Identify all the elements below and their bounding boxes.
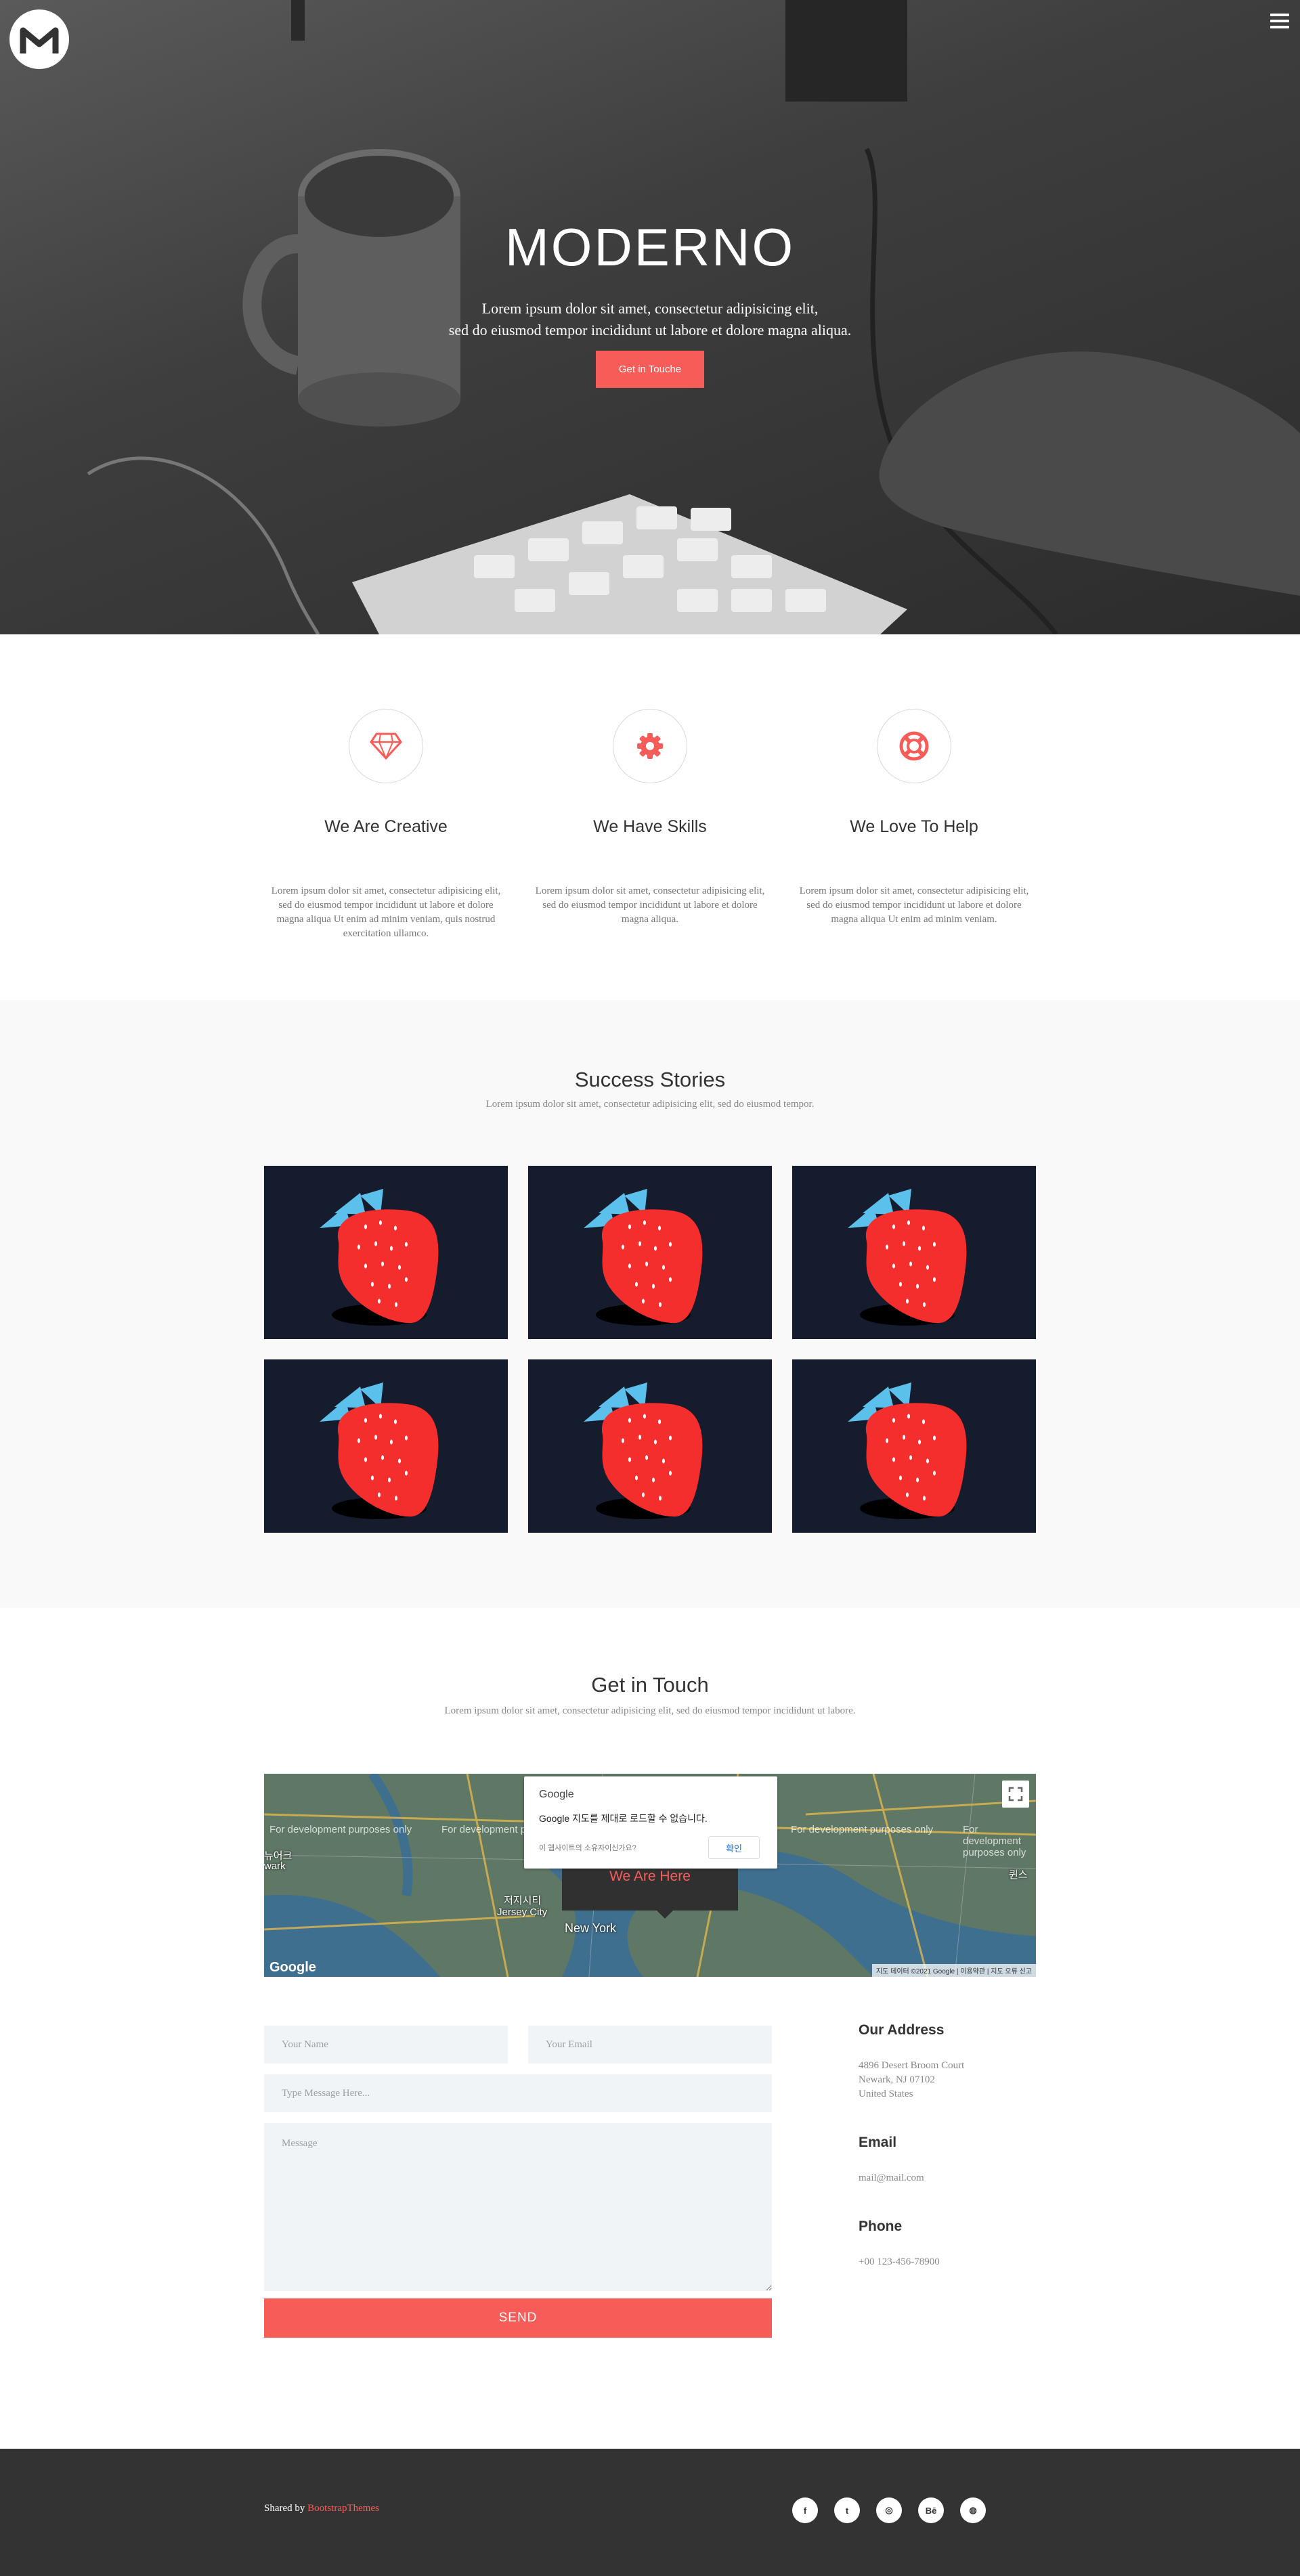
fullscreen-icon[interactable]: [1002, 1781, 1029, 1808]
strawberry-icon: [320, 1189, 439, 1326]
feature-icon-circle: [349, 709, 423, 783]
address-line: 4896 Desert Broom Court: [859, 2060, 965, 2071]
story-tile-5[interactable]: [528, 1359, 772, 1533]
feature-title: We Have Skills: [593, 817, 707, 836]
section-subtitle: Lorem ipsum dolor sit amet, consectetur …: [485, 1099, 815, 1110]
phone-heading: Phone: [859, 2219, 903, 2234]
email-value[interactable]: mail@mail.com: [859, 2171, 924, 2185]
hero-title: MODERNO: [504, 217, 796, 277]
story-tile-3[interactable]: [792, 1166, 1036, 1339]
features-section: We Are Creative Lorem ipsum dolor sit am…: [0, 634, 1300, 1000]
map-owner-question: 이 웹사이트의 소유자이신가요?: [539, 1844, 636, 1852]
google-brand-text: Google: [539, 1789, 574, 1800]
behance-icon[interactable]: Bē: [918, 2497, 944, 2523]
success-stories-section: Success Stories Lorem ipsum dolor sit am…: [0, 1000, 1300, 1608]
feature-skills: We Have Skills Lorem ipsum dolor sit ame…: [528, 709, 772, 927]
instagram-icon[interactable]: ◎: [876, 2497, 902, 2523]
feature-title: We Are Creative: [324, 817, 448, 836]
story-tile-6[interactable]: [792, 1359, 1036, 1533]
story-tile-2[interactable]: [528, 1166, 772, 1339]
hero-section: MODERNO Lorem ipsum dolor sit amet, cons…: [0, 0, 1300, 634]
map-dev-watermark: For development purposes only: [269, 1824, 412, 1835]
section-title: Success Stories: [574, 1068, 726, 1091]
message-textarea[interactable]: [264, 2123, 772, 2291]
address-heading: Our Address: [859, 2022, 945, 2038]
feature-icon-circle: [613, 709, 687, 783]
map-info-text: We Are Here: [609, 1869, 691, 1884]
hero-description: Lorem ipsum dolor sit amet, consectetur …: [0, 298, 1300, 341]
map-city-label: Jersey City: [497, 1906, 548, 1918]
email-input[interactable]: [528, 2026, 772, 2064]
feature-help: We Love To Help Lorem ipsum dolor sit am…: [792, 709, 1036, 927]
bootstrapthemes-link[interactable]: BootstrapThemes: [307, 2503, 379, 2514]
get-in-touch-button[interactable]: Get in Touche: [596, 351, 704, 388]
map-error-message: Google 지도를 제대로 로드할 수 없습니다.: [539, 1813, 708, 1824]
address-line: United States: [859, 2089, 913, 2099]
footer: Shared by BootstrapThemes f t ◎ Bē ◍: [0, 2449, 1300, 2576]
strawberry-icon: [584, 1189, 703, 1326]
strawberry-icon: [320, 1382, 439, 1519]
feature-text: Lorem ipsum dolor sit amet, consectetur …: [799, 886, 1029, 925]
strawberry-icon: [848, 1189, 967, 1326]
address-line: Newark, NJ 07102: [859, 2074, 935, 2085]
name-input[interactable]: [264, 2026, 508, 2064]
twitter-icon[interactable]: t: [834, 2497, 860, 2523]
map-attribution[interactable]: 지도 데이터 ©2021 Google | 이용약관 | 지도 오류 신고: [871, 1964, 1036, 1977]
strawberry-icon: [584, 1382, 703, 1519]
send-button[interactable]: SEND: [264, 2298, 772, 2338]
facebook-icon[interactable]: f: [792, 2497, 818, 2523]
story-tile-1[interactable]: [264, 1166, 508, 1339]
footer-credit: Shared by BootstrapThemes: [264, 2503, 379, 2514]
hero-description-line-2: sed do eiusmod tempor incididunt ut labo…: [448, 322, 852, 339]
lifebuoy-icon: [899, 731, 929, 761]
m-logo-icon: [20, 27, 59, 53]
map-city-label: 저지시티: [504, 1895, 542, 1906]
email-heading: Email: [859, 2135, 897, 2150]
map-dev-watermark: For development purposes only: [791, 1824, 934, 1835]
strawberry-icon: [848, 1382, 967, 1519]
contact-section: Get in Touch Lorem ipsum dolor sit amet,…: [0, 1608, 1300, 2449]
map-city-label: wark: [264, 1860, 286, 1872]
brand-logo[interactable]: [9, 9, 69, 69]
feature-text: Lorem ipsum dolor sit amet, consectetur …: [535, 886, 765, 925]
diamond-icon: [370, 733, 402, 760]
map-info-window[interactable]: We Are Here: [562, 1862, 738, 1919]
map-dev-watermark: For development purposes only: [963, 1824, 1026, 1858]
google-map[interactable]: For development purposes only For develo…: [264, 1774, 1036, 1977]
map-city-label: 퀸스: [1009, 1869, 1028, 1881]
subject-input[interactable]: [264, 2074, 772, 2112]
feature-title: We Love To Help: [850, 817, 978, 836]
feature-creative: We Are Creative Lorem ipsum dolor sit am…: [264, 709, 508, 941]
google-logo: Google: [269, 1960, 316, 1975]
feature-icon-circle: [877, 709, 951, 783]
section-title: Get in Touch: [591, 1673, 709, 1697]
gear-icon: [637, 733, 663, 759]
story-tile-4[interactable]: [264, 1359, 508, 1533]
dribbble-icon[interactable]: ◍: [960, 2497, 986, 2523]
phone-value[interactable]: +00 123-456-78900: [859, 2255, 940, 2269]
map-ok-button[interactable]: 확인: [708, 1836, 760, 1859]
hero-description-line-1: Lorem ipsum dolor sit amet, consectetur …: [481, 300, 819, 317]
section-subtitle: Lorem ipsum dolor sit amet, consectetur …: [444, 1705, 856, 1716]
map-city-label: New York: [565, 1921, 617, 1935]
feature-text: Lorem ipsum dolor sit amet, consectetur …: [271, 886, 501, 939]
hamburger-icon[interactable]: [1270, 14, 1289, 31]
footer-credit-prefix: Shared by: [264, 2503, 308, 2514]
map-error-dialog: Google Google 지도를 제대로 로드할 수 없습니다. 이 웹사이트…: [524, 1776, 777, 1869]
address-text: 4896 Desert Broom Court Newark, NJ 07102…: [859, 2059, 964, 2101]
